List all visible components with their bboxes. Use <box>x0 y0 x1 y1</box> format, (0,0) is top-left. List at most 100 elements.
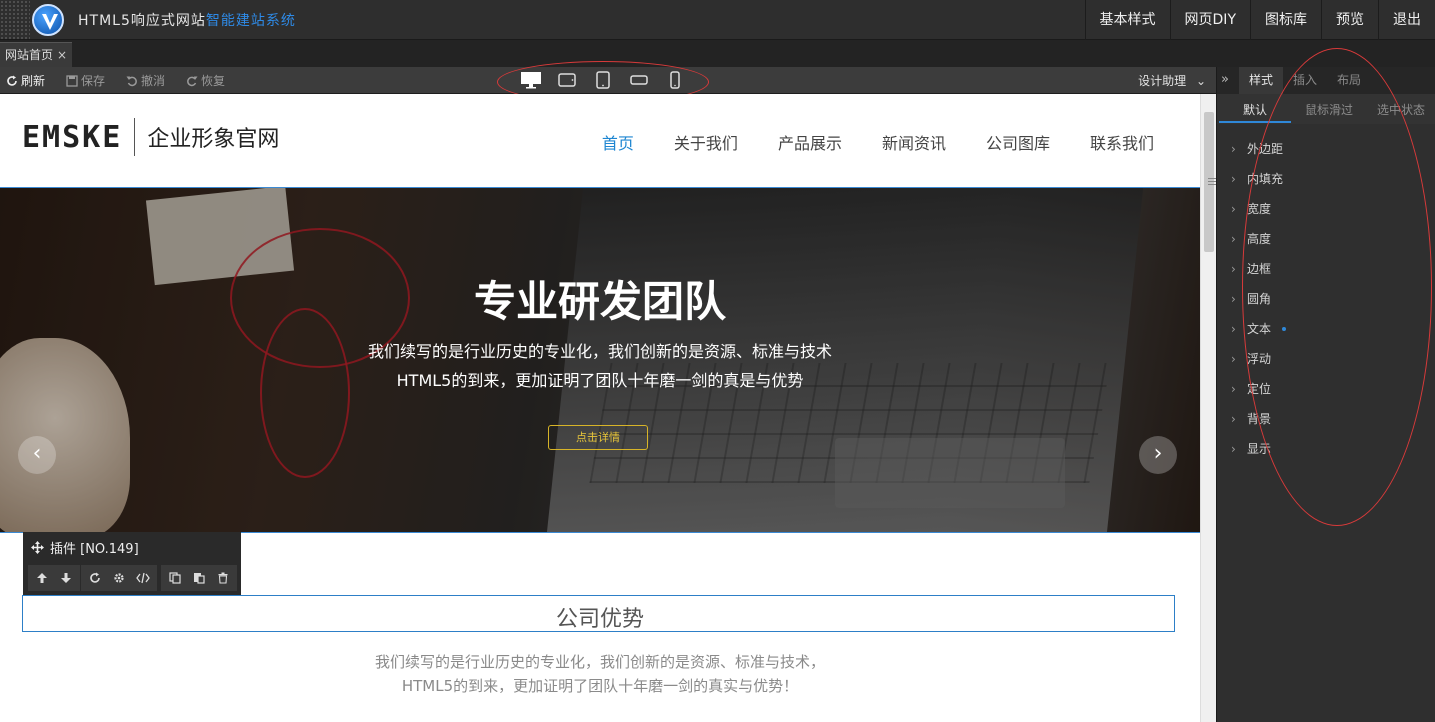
tab-home-page[interactable]: 网站首页 × <box>0 42 72 67</box>
prop-label: 显示 <box>1247 442 1272 456</box>
carousel-prev-icon[interactable]: ‹ <box>18 436 56 474</box>
prop-padding[interactable]: › 内填充 <box>1231 170 1283 187</box>
prop-label: 浮动 <box>1247 352 1272 366</box>
prop-label: 背景 <box>1247 412 1272 426</box>
redo-button[interactable]: 恢复 <box>186 72 225 89</box>
plugin-toolbar: 插件 [NO.149] <box>23 532 241 596</box>
carousel-next-icon[interactable]: › <box>1139 436 1177 474</box>
gear-icon[interactable] <box>110 569 128 587</box>
prop-width[interactable]: › 宽度 <box>1231 200 1271 217</box>
prop-display[interactable]: › 显示 <box>1231 440 1271 457</box>
app-title-main: HTML5响应式网站 <box>78 13 206 29</box>
subtab-selected[interactable]: 选中状态 <box>1377 101 1425 118</box>
scrollbar-thumb[interactable] <box>1204 112 1216 252</box>
top-bar: HTML5响应式网站智能建站系统 基本样式 网页DIY 图标库 预览 退出 <box>0 0 1435 40</box>
move-down-icon[interactable] <box>57 569 75 587</box>
chevron-right-icon: › <box>1231 291 1236 306</box>
tab-label: 网站首页 <box>5 48 54 62</box>
tab-insert[interactable]: 插入 <box>1283 67 1327 94</box>
prop-label: 高度 <box>1247 232 1272 246</box>
move-up-icon[interactable] <box>33 569 51 587</box>
tab-layout[interactable]: 布局 <box>1327 67 1371 94</box>
refresh-icon[interactable] <box>86 569 104 587</box>
site-nav-about[interactable]: 关于我们 <box>674 130 738 154</box>
prop-text[interactable]: › 文本 <box>1231 320 1287 337</box>
logo-pattern <box>0 0 30 40</box>
subtab-active-indicator <box>1219 121 1291 123</box>
topnav-icon-library[interactable]: 图标库 <box>1250 0 1321 40</box>
chevron-right-icon: › <box>1231 381 1236 396</box>
paste-icon[interactable] <box>190 569 208 587</box>
site-nav-news[interactable]: 新闻资讯 <box>882 130 946 154</box>
subtab-default[interactable]: 默认 <box>1243 101 1267 118</box>
tablet-portrait-icon[interactable] <box>592 70 614 90</box>
site-nav-products[interactable]: 产品展示 <box>778 130 842 154</box>
app-logo-icon[interactable] <box>32 4 64 36</box>
plugin-drag-handle[interactable]: 插件 [NO.149] <box>31 538 139 557</box>
canvas-scrollbar[interactable] <box>1200 94 1216 722</box>
prop-label: 圆角 <box>1247 292 1272 306</box>
tablet-landscape-icon[interactable] <box>556 70 578 90</box>
phone-landscape-icon[interactable] <box>628 70 650 90</box>
banner-title: 专业研发团队 <box>473 277 726 326</box>
refresh-label: 刷新 <box>21 74 46 88</box>
prop-float[interactable]: › 浮动 <box>1231 350 1271 367</box>
prop-background[interactable]: › 背景 <box>1231 410 1271 427</box>
topnav-basic-style[interactable]: 基本样式 <box>1084 0 1170 40</box>
topnav-preview[interactable]: 预览 <box>1321 0 1378 40</box>
prop-height[interactable]: › 高度 <box>1231 230 1271 247</box>
design-assistant-label: 设计助理 <box>1138 74 1187 88</box>
chevron-right-icon: › <box>1231 231 1236 246</box>
scrollbar-grip <box>1208 178 1216 179</box>
site-header[interactable]: EMSKE 企业形象官网 首页 关于我们 产品展示 新闻资讯 公司图库 联系我们 <box>0 94 1200 188</box>
section-desc-2: HTML5的到来，更加证明了团队十年磨一剑的真实与优势！ <box>401 677 799 695</box>
collapse-panel-icon[interactable]: » <box>1221 72 1229 87</box>
hero-banner[interactable]: 专业研发团队 我们续写的是行业历史的专业化，我们创新的是资源、标准与技术 HTM… <box>0 188 1200 533</box>
undo-button[interactable]: 撤消 <box>126 72 165 89</box>
section-desc-1: 我们续写的是行业历史的专业化，我们创新的是资源、标准与技术， <box>374 653 825 671</box>
banner-detail-button[interactable]: 点击详情 <box>548 425 648 450</box>
site-nav-contact[interactable]: 联系我们 <box>1090 130 1154 154</box>
trash-icon[interactable] <box>214 569 232 587</box>
brand-logo-mark: EMSKE <box>22 119 123 155</box>
plugin-copy-group <box>161 565 237 591</box>
document-tab-row: 网站首页 × <box>0 40 1435 67</box>
scrollbar-grip <box>1208 181 1216 182</box>
undo-label: 撤消 <box>141 74 166 88</box>
prop-radius[interactable]: › 圆角 <box>1231 290 1271 307</box>
subtab-hover[interactable]: 鼠标滑过 <box>1305 101 1353 118</box>
copy-icon[interactable] <box>166 569 184 587</box>
chevron-right-icon: › <box>1231 411 1236 426</box>
topnav-page-diy[interactable]: 网页DIY <box>1169 0 1250 40</box>
site-brand[interactable]: EMSKE 企业形象官网 <box>22 118 279 156</box>
prop-border[interactable]: › 边框 <box>1231 260 1271 277</box>
prop-position[interactable]: › 定位 <box>1231 380 1271 397</box>
code-icon[interactable] <box>134 569 152 587</box>
chevron-right-icon: › <box>1231 141 1236 156</box>
desktop-view-icon[interactable] <box>520 70 542 90</box>
save-button[interactable]: 保存 <box>66 72 105 89</box>
style-panel: » 样式 插入 布局 默认 鼠标滑过 选中状态 › 外边距 › 内填充 › 宽度 › 高… <box>1216 67 1435 722</box>
undo-icon <box>126 76 137 86</box>
site-nav-gallery[interactable]: 公司图库 <box>986 130 1050 154</box>
close-icon[interactable]: × <box>57 43 67 68</box>
design-canvas[interactable]: EMSKE 企业形象官网 首页 关于我们 产品展示 新闻资讯 公司图库 联系我们… <box>0 94 1200 722</box>
phone-portrait-icon[interactable] <box>664 70 686 90</box>
banner-line-2: HTML5的到来，更加证明了团队十年磨一剑的真是与优势 <box>396 371 804 390</box>
refresh-button[interactable]: 刷新 <box>6 72 45 89</box>
panel-tabs: » 样式 插入 布局 <box>1217 67 1435 94</box>
modified-dot <box>1282 326 1287 331</box>
prop-label: 定位 <box>1247 382 1272 396</box>
design-assistant-dropdown[interactable]: 设计助理 ⌄ <box>1138 72 1206 89</box>
site-nav-home[interactable]: 首页 <box>602 130 634 154</box>
plugin-label: 插件 [NO.149] <box>50 542 139 557</box>
tab-style[interactable]: 样式 <box>1239 67 1283 94</box>
chevron-right-icon: › <box>1231 201 1236 216</box>
prop-margin[interactable]: › 外边距 <box>1231 140 1283 157</box>
app-title-accent: 智能建站系统 <box>205 13 296 29</box>
editor-toolbar: 刷新 保存 撤消 恢复 设计助理 ⌄ <box>0 67 1216 94</box>
site-nav: 首页 关于我们 产品展示 新闻资讯 公司图库 联系我们 <box>602 130 1154 154</box>
save-icon <box>66 74 78 87</box>
prop-label: 边框 <box>1247 262 1272 276</box>
topnav-logout[interactable]: 退出 <box>1378 0 1435 40</box>
